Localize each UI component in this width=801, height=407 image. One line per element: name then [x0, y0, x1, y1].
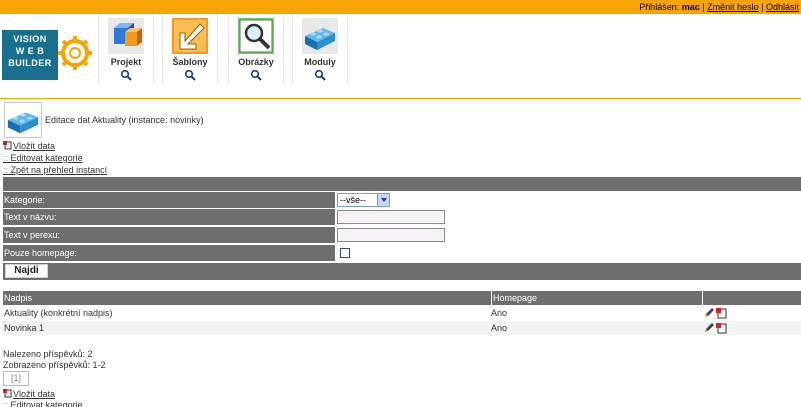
module-sablony[interactable]: Šablony	[162, 14, 218, 84]
logo-text: VISION W E B BUILDER	[2, 30, 58, 80]
category-select[interactable]: --vše--	[337, 193, 390, 207]
username: mac	[681, 2, 700, 12]
column-header-homepage[interactable]: Homepage	[491, 291, 537, 305]
edit-categories-link-bottom[interactable]: :: Editovat kategorie	[3, 400, 83, 407]
insert-data-link[interactable]: Vložit data	[3, 141, 55, 151]
filter-row-title: Text v názvu:	[3, 209, 801, 226]
column-header-actions	[702, 291, 801, 305]
logo: VISION W E B BUILDER	[2, 26, 92, 82]
perex-filter-input[interactable]	[337, 228, 445, 242]
module-moduly[interactable]: Moduly	[292, 14, 348, 84]
module-label: Obrázky	[238, 57, 274, 67]
row-title: Aktuality (konkrétní nadpis)	[4, 308, 113, 318]
module-label: Projekt	[110, 57, 142, 67]
magnifier-icon	[250, 69, 262, 81]
module-obrazky[interactable]: Obrázky	[228, 14, 284, 84]
find-row: Najdi	[3, 263, 801, 280]
title-filter-label: Text v názvu:	[3, 209, 335, 225]
table-row: Novinka 1 Ano	[3, 321, 801, 335]
page-title: Editace dat Aktuality (instance: novinky…	[45, 115, 204, 125]
image-zoom-icon	[238, 18, 274, 54]
edit-pencil-icon[interactable]	[705, 308, 714, 317]
find-button[interactable]: Najdi	[5, 264, 48, 278]
logout-link[interactable]: Odhlásit	[766, 2, 799, 12]
filter-row-perex: Text v perexu:	[3, 227, 801, 244]
page-1-button[interactable]: [1]	[3, 371, 29, 386]
table-header: Nadpis Homepage	[3, 291, 801, 305]
arrow-down-left-icon	[172, 18, 208, 54]
row-title: Novinka 1	[4, 323, 45, 333]
shown-count: Zobrazeno příspěvků: 1-2	[3, 360, 106, 370]
filter-row-category: Kategorie: --vše--	[3, 192, 801, 209]
homepage-filter-label: Pouze homepage:	[3, 245, 335, 261]
lego-brick-icon	[4, 102, 42, 138]
magnifier-icon	[314, 69, 326, 81]
back-to-instances-link[interactable]: :: Zpět na přehled instancí	[3, 165, 107, 175]
module-label: Moduly	[304, 57, 336, 67]
chevron-down-icon	[377, 194, 389, 206]
new-document-icon	[3, 389, 12, 398]
header-divider	[0, 98, 801, 99]
insert-data-link-bottom[interactable]: Vložit data	[3, 389, 55, 399]
perex-filter-label: Text v perexu:	[3, 227, 335, 243]
magnifier-icon	[184, 69, 196, 81]
magnifier-icon	[120, 69, 132, 81]
row-homepage: Ano	[491, 323, 508, 333]
new-document-icon[interactable]	[716, 323, 727, 334]
module-label: Šablony	[172, 57, 208, 67]
new-document-icon[interactable]	[716, 308, 727, 319]
top-bar: Přihlášen: mac | Změnit heslo | Odhlásit	[0, 0, 801, 14]
lego-brick-icon	[302, 18, 338, 54]
row-homepage: Ano	[491, 308, 508, 318]
table-row: Aktuality (konkrétní nadpis) Ano	[3, 306, 801, 320]
edit-pencil-icon[interactable]	[705, 323, 714, 332]
title-filter-input[interactable]	[337, 210, 445, 224]
logged-in-label: Přihlášen:	[639, 2, 680, 12]
homepage-only-checkbox[interactable]	[340, 248, 350, 258]
edit-categories-link[interactable]: :: Editovat kategorie	[3, 153, 83, 163]
filter-header-bar	[3, 177, 801, 191]
column-header-title[interactable]: Nadpis	[4, 291, 32, 305]
filter-row-homepage: Pouze homepage:	[3, 245, 801, 262]
row-actions	[705, 323, 727, 334]
gear-icon	[58, 36, 92, 70]
row-actions	[705, 308, 727, 319]
change-password-link[interactable]: Změnit heslo	[707, 2, 759, 12]
new-document-icon	[3, 141, 12, 150]
module-projekt[interactable]: Projekt	[98, 14, 154, 84]
cubes-icon	[108, 18, 144, 54]
category-label: Kategorie:	[3, 192, 335, 208]
found-count: Nalezeno příspěvků: 2	[3, 349, 93, 359]
